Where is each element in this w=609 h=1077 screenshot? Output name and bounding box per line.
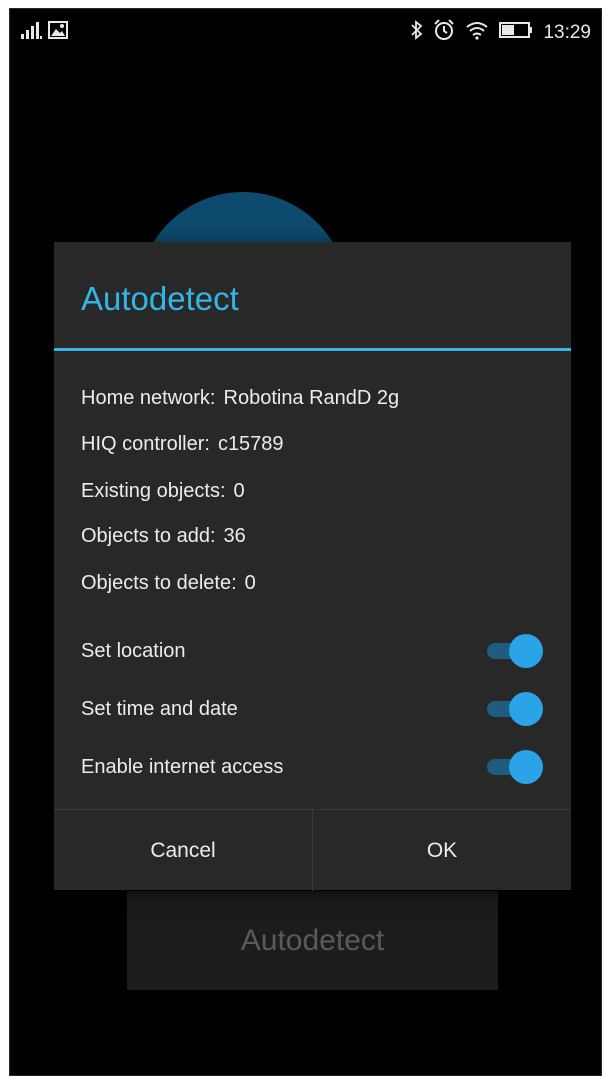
status-time: 13:29 (543, 22, 591, 43)
info-row-objects-to-delete: Objects to delete: 0 (81, 572, 256, 595)
title-divider (54, 348, 571, 351)
set-time-and-date-toggle[interactable] (487, 692, 543, 726)
switch-row-set-location: Set location (81, 631, 543, 671)
set-location-toggle[interactable] (487, 634, 543, 668)
dialog-button-bar: Cancel OK (54, 809, 571, 891)
background-autodetect-label: Autodetect (240, 923, 385, 957)
info-label: HIQ controller: (81, 433, 210, 455)
cancel-button-label: Cancel (150, 838, 216, 862)
enable-internet-access-toggle[interactable] (487, 750, 543, 784)
info-value: 36 (223, 525, 246, 547)
ok-button-label: OK (426, 838, 458, 862)
signal-icon (20, 21, 42, 44)
autodetect-dialog: Autodetect Home network: Robotina RandD 2… (54, 242, 571, 891)
switch-thumb (509, 634, 543, 668)
info-row-hiq-controller: HIQ controller: c15789 (81, 433, 284, 456)
info-value: Robotina RandD 2g (223, 387, 400, 409)
status-bar: 13:29 (10, 9, 601, 57)
switch-thumb (509, 692, 543, 726)
info-label: Objects to delete: (81, 572, 237, 594)
info-label: Existing objects: (81, 480, 226, 502)
background-autodetect-button[interactable]: Autodetect (127, 891, 498, 990)
switch-thumb (509, 750, 543, 784)
info-value: 0 (244, 572, 256, 594)
phone-screen: 13:29 Autodetect Autodetect Home network… (9, 8, 602, 1076)
info-row-home-network: Home network: Robotina RandD 2g (81, 387, 399, 410)
info-label: Objects to add: (81, 525, 216, 547)
switch-label: Set time and date (81, 697, 238, 720)
wifi-icon (465, 20, 489, 46)
info-row-existing-objects: Existing objects: 0 (81, 480, 245, 503)
switch-label: Set location (81, 639, 186, 662)
status-right: 13:29 (411, 19, 591, 47)
info-value: 0 (233, 480, 245, 502)
dialog-title: Autodetect (81, 280, 239, 317)
battery-icon (499, 21, 533, 45)
switch-row-set-time-and-date: Set time and date (81, 689, 543, 729)
alarm-icon (433, 19, 455, 47)
bluetooth-icon (411, 20, 423, 46)
ok-button[interactable]: OK (313, 810, 571, 891)
cancel-button[interactable]: Cancel (54, 810, 312, 891)
status-left (20, 21, 68, 44)
switch-row-enable-internet-access: Enable internet access (81, 747, 543, 787)
info-label: Home network: (81, 387, 216, 409)
image-notification-icon (48, 21, 68, 44)
info-row-objects-to-add: Objects to add: 36 (81, 525, 246, 548)
switch-label: Enable internet access (81, 755, 284, 778)
info-value: c15789 (217, 433, 284, 455)
